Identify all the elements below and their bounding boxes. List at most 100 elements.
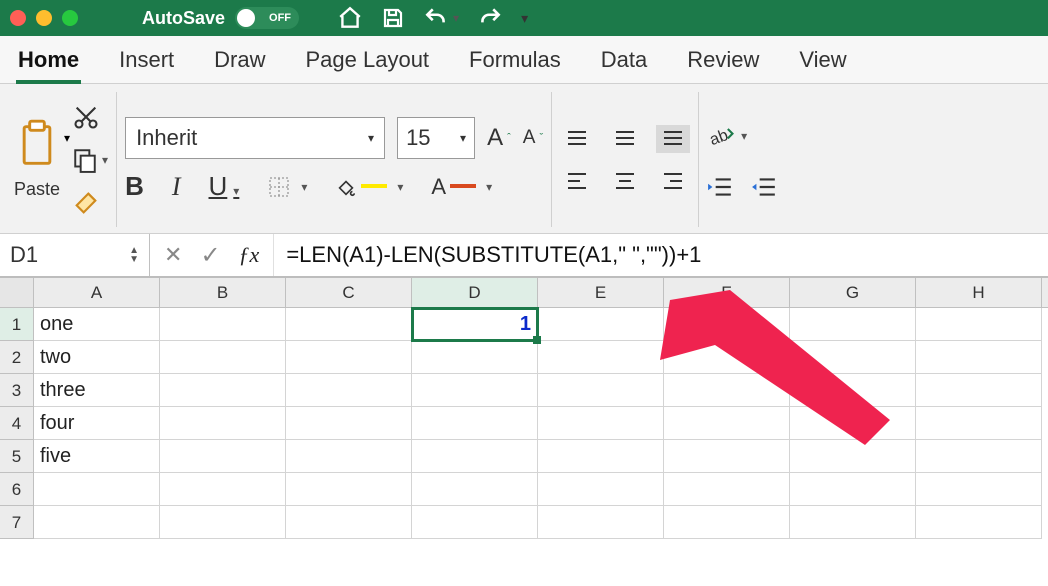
tab-data[interactable]: Data [601,47,647,83]
cell[interactable] [790,407,916,440]
cell[interactable] [538,440,664,473]
cell[interactable] [664,407,790,440]
col-header-d[interactable]: D [412,278,538,307]
name-box-stepper[interactable]: ▲▼ [129,246,139,264]
minimize-window-icon[interactable] [36,10,52,26]
cell[interactable] [286,308,412,341]
cell[interactable] [286,473,412,506]
cell[interactable] [160,473,286,506]
cell[interactable] [286,374,412,407]
cell[interactable] [790,473,916,506]
cell[interactable] [538,407,664,440]
col-header-h[interactable]: H [916,278,1042,307]
decrease-indent-button[interactable] [707,176,733,198]
row-header[interactable]: 3 [0,374,34,407]
cell[interactable] [160,308,286,341]
align-middle-button[interactable] [608,125,642,153]
col-header-a[interactable]: A [34,278,160,307]
paste-chevron-icon[interactable]: ▾ [64,131,70,145]
cell[interactable] [538,374,664,407]
cell[interactable] [790,341,916,374]
row-header[interactable]: 5 [0,440,34,473]
tab-home[interactable]: Home [18,47,79,83]
cell[interactable] [538,473,664,506]
cell[interactable] [34,506,160,539]
cell[interactable] [916,407,1042,440]
cell[interactable] [664,473,790,506]
cell[interactable] [412,440,538,473]
align-center-button[interactable] [608,167,642,195]
tab-formulas[interactable]: Formulas [469,47,561,83]
cell[interactable] [664,506,790,539]
cut-button[interactable] [72,103,108,131]
cell[interactable] [412,341,538,374]
cell[interactable] [916,440,1042,473]
tab-view[interactable]: View [799,47,846,83]
fx-icon[interactable]: ƒx [239,242,260,268]
col-header-e[interactable]: E [538,278,664,307]
align-left-button[interactable] [560,167,594,195]
underline-button[interactable]: U [209,171,240,202]
font-name-chevron-icon[interactable]: ▾ [368,131,374,145]
decrease-font-button[interactable]: Aˇ [523,127,543,149]
align-right-button[interactable] [656,167,690,195]
row-header[interactable]: 4 [0,407,34,440]
borders-button[interactable] [267,175,307,199]
cell[interactable] [916,374,1042,407]
row-header[interactable]: 6 [0,473,34,506]
cell[interactable] [412,407,538,440]
cell[interactable] [286,407,412,440]
font-color-button[interactable]: A [431,174,492,200]
cell[interactable] [160,407,286,440]
cell[interactable] [538,506,664,539]
tab-insert[interactable]: Insert [119,47,174,83]
paste-button[interactable]: ▾ Paste [14,119,60,200]
fill-handle[interactable] [533,336,541,344]
formula-input[interactable]: =LEN(A1)-LEN(SUBSTITUTE(A1," ",""))+1 [274,234,1048,276]
col-header-g[interactable]: G [790,278,916,307]
cell[interactable] [916,308,1042,341]
cell[interactable]: five [34,440,160,473]
accept-formula-icon[interactable]: ✓ [200,241,220,270]
autosave-toggle[interactable]: OFF [235,7,299,29]
cell[interactable] [538,308,664,341]
cell[interactable] [664,374,790,407]
bold-button[interactable]: B [125,171,144,202]
copy-button[interactable]: ▾ [72,147,108,173]
select-all-corner[interactable] [0,278,34,307]
font-size-chevron-icon[interactable]: ▾ [460,131,466,145]
increase-indent-button[interactable] [751,176,777,198]
cell[interactable] [790,374,916,407]
undo-button[interactable]: ▾ [423,5,459,31]
cell[interactable] [790,506,916,539]
cell[interactable] [286,440,412,473]
row-header[interactable]: 7 [0,506,34,539]
font-size-select[interactable]: 15 ▾ [397,117,475,159]
qat-customize-icon[interactable]: ▾ [521,10,528,27]
tab-page-layout[interactable]: Page Layout [306,47,430,83]
cell[interactable] [790,308,916,341]
cell[interactable] [286,506,412,539]
col-header-c[interactable]: C [286,278,412,307]
align-bottom-button[interactable] [656,125,690,153]
cell[interactable]: three [34,374,160,407]
tab-review[interactable]: Review [687,47,759,83]
cell[interactable] [664,308,790,341]
increase-font-button[interactable]: Aˆ [487,124,511,152]
cell[interactable] [160,506,286,539]
font-name-select[interactable]: Inherit ▾ [125,117,385,159]
redo-button[interactable] [477,5,503,31]
cancel-formula-icon[interactable]: ✕ [164,242,182,268]
cell[interactable] [34,473,160,506]
cell[interactable]: two [34,341,160,374]
home-icon[interactable] [337,5,363,31]
cell[interactable] [160,374,286,407]
cell[interactable] [538,341,664,374]
cell[interactable] [916,473,1042,506]
name-box[interactable]: D1 ▲▼ [0,234,150,276]
align-top-button[interactable] [560,125,594,153]
cell[interactable] [412,506,538,539]
italic-button[interactable]: I [172,172,181,202]
format-painter-button[interactable] [72,189,108,217]
save-icon[interactable] [381,6,405,30]
